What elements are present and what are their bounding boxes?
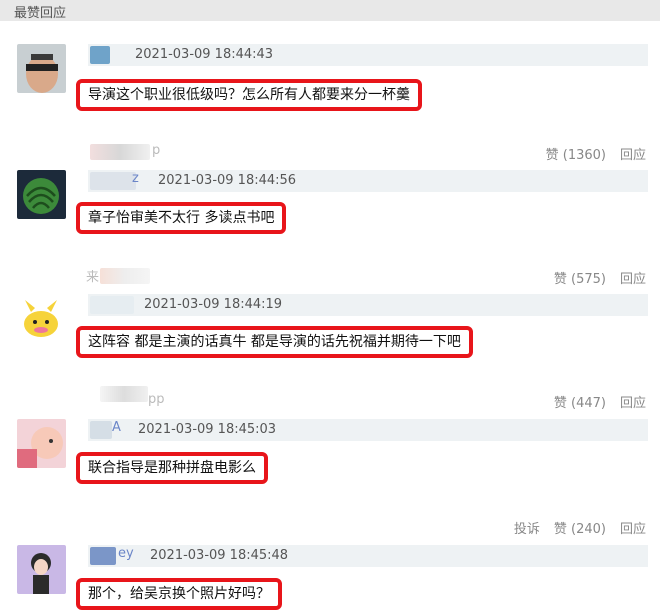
username-blur[interactable] bbox=[90, 296, 134, 314]
comment-timestamp: 2021-03-09 18:44:56 bbox=[158, 173, 297, 188]
partial-username: pp bbox=[148, 392, 165, 407]
partial-username: 来 bbox=[86, 270, 100, 285]
comment-actions: 赞 (447) 回应 bbox=[554, 392, 646, 411]
comment-text: 那个，给吴京换个照片好吗？ bbox=[76, 578, 282, 610]
username-blur[interactable] bbox=[90, 144, 150, 160]
comment-timestamp: 2021-03-09 18:45:48 bbox=[150, 548, 289, 563]
comment-meta: 2021-03-09 18:44:19 bbox=[88, 294, 648, 316]
partial-username: A bbox=[112, 420, 121, 435]
username-blur[interactable] bbox=[90, 172, 136, 190]
username-blur[interactable] bbox=[90, 46, 110, 64]
reply-button[interactable]: 回应 bbox=[620, 268, 646, 287]
like-button[interactable]: 赞 (447) bbox=[554, 392, 606, 411]
section-title: 最赞回应 bbox=[14, 6, 67, 21]
like-button[interactable]: 赞 (240) bbox=[554, 518, 606, 537]
comment-timestamp: 2021-03-09 18:44:19 bbox=[144, 297, 283, 312]
like-button[interactable]: 赞 (1360) bbox=[546, 144, 606, 163]
username-blur[interactable] bbox=[100, 386, 148, 402]
comment-timestamp: 2021-03-09 18:45:03 bbox=[138, 422, 277, 437]
avatar[interactable] bbox=[17, 419, 66, 468]
comment-text: 章子怡审美不太行 多读点书吧 bbox=[76, 202, 287, 234]
comment-actions: 赞 (1360) 回应 bbox=[546, 144, 646, 163]
comment-meta: ey 2021-03-09 18:45:48 bbox=[88, 545, 648, 567]
username-blur[interactable] bbox=[90, 421, 112, 439]
avatar[interactable] bbox=[17, 44, 66, 93]
comment-meta: 2021-03-09 18:44:43 bbox=[88, 44, 648, 66]
avatar[interactable] bbox=[17, 545, 66, 594]
report-button[interactable]: 投诉 bbox=[514, 518, 540, 537]
comment-actions: 赞 (575) 回应 bbox=[554, 268, 646, 287]
reply-button[interactable]: 回应 bbox=[620, 144, 646, 163]
section-header: 最赞回应 bbox=[0, 0, 660, 21]
avatar[interactable] bbox=[17, 170, 66, 219]
partial-username: p bbox=[152, 143, 161, 158]
username-blur[interactable] bbox=[100, 268, 150, 284]
reply-button[interactable]: 回应 bbox=[620, 518, 646, 537]
username-blur[interactable] bbox=[90, 547, 116, 565]
comment-meta: A 2021-03-09 18:45:03 bbox=[88, 419, 648, 441]
comment-meta: z 2021-03-09 18:44:56 bbox=[88, 170, 648, 192]
comment-text: 导演这个职业很低级吗？怎么所有人都要来分一杯羹 bbox=[76, 79, 422, 111]
partial-username: ey bbox=[118, 546, 134, 561]
reply-button[interactable]: 回应 bbox=[620, 392, 646, 411]
partial-username: z bbox=[132, 171, 139, 186]
avatar[interactable] bbox=[17, 294, 66, 343]
like-button[interactable]: 赞 (575) bbox=[554, 268, 606, 287]
comment-timestamp: 2021-03-09 18:44:43 bbox=[135, 47, 274, 62]
comment-actions: 投诉 赞 (240) 回应 bbox=[514, 518, 646, 537]
comment-text: 联合指导是那种拼盘电影么 bbox=[76, 452, 268, 484]
comment-text: 这阵容 都是主演的话真牛 都是导演的话先祝福并期待一下吧 bbox=[76, 326, 473, 358]
